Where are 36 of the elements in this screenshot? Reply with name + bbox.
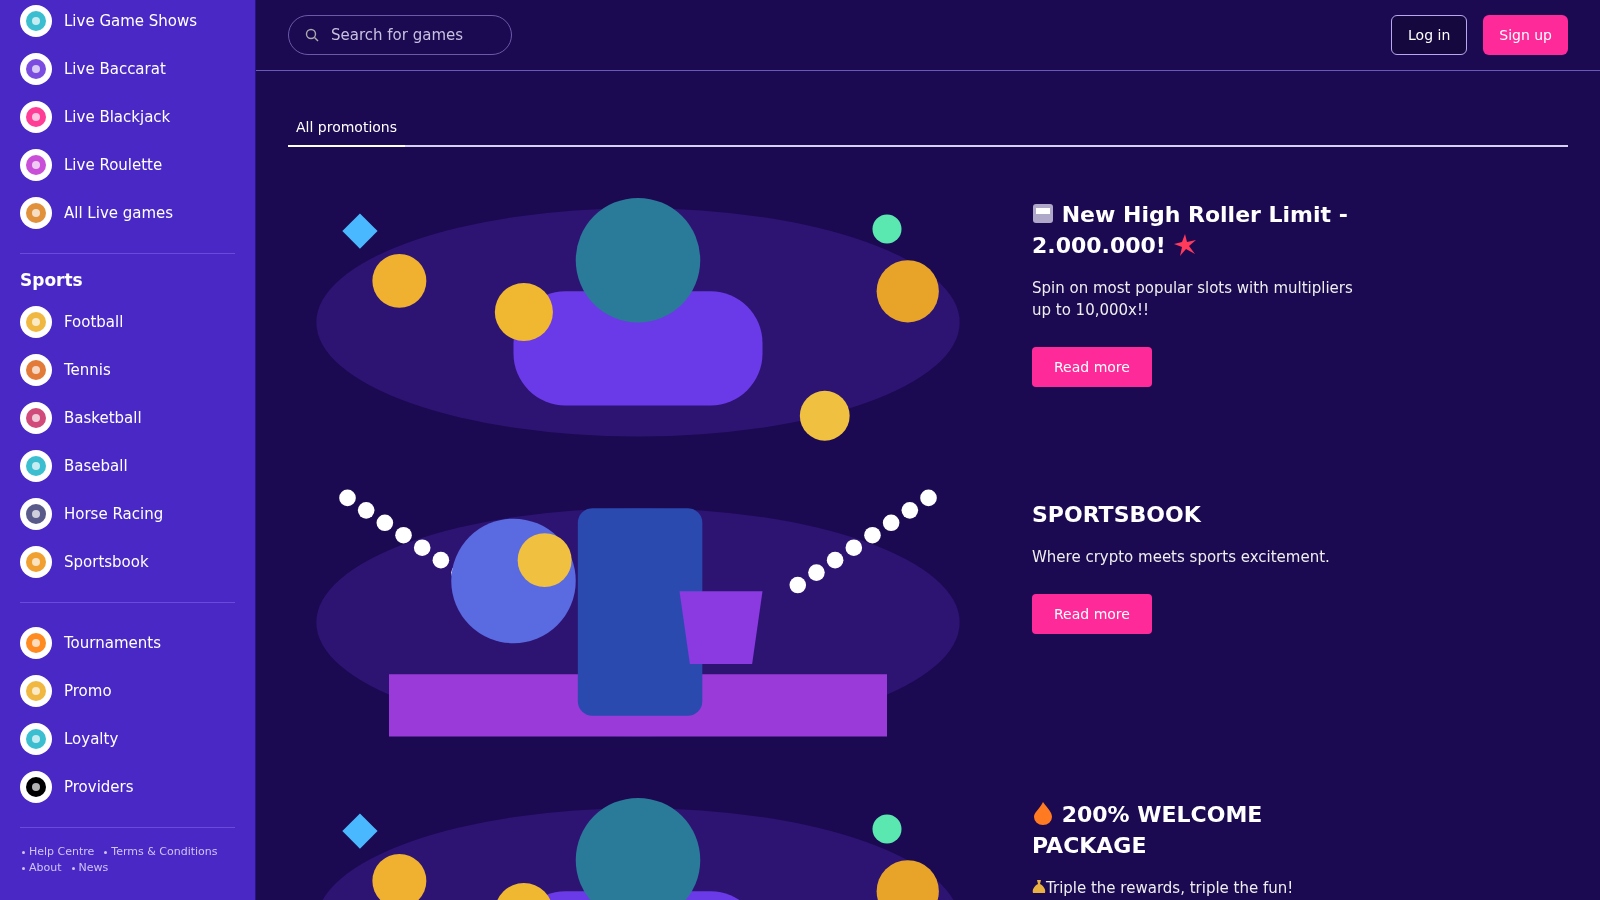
- sidebar-item[interactable]: Baseball: [20, 442, 235, 490]
- burst-icon: [1173, 234, 1196, 256]
- section-title: Sports: [20, 270, 84, 290]
- search-icon: [305, 28, 319, 42]
- sidebar-item[interactable]: Tournaments: [20, 619, 235, 667]
- sidebar-item[interactable]: Live Game Shows: [20, 0, 235, 45]
- footer-link[interactable]: News: [78, 860, 109, 876]
- sidebar-item[interactable]: Live Baccarat: [20, 45, 235, 93]
- sidebar-item[interactable]: Basketball: [20, 394, 235, 442]
- sidebar-item[interactable]: All Live games: [20, 189, 235, 237]
- sidebar-item[interactable]: Tennis: [20, 346, 235, 394]
- bullet-dot: [71, 866, 75, 870]
- sidebar-item[interactable]: Live Blackjack: [20, 93, 235, 141]
- tab[interactable]: All promotions: [288, 111, 406, 147]
- search-field[interactable]: Search for games: [288, 15, 512, 55]
- sidebar-item[interactable]: Providers: [20, 763, 235, 811]
- login-button[interactable]: Log in: [1391, 15, 1468, 55]
- sidebar-item[interactable]: Football: [20, 298, 235, 346]
- promo-description: Where crypto meets sports excitement.: [1032, 547, 1331, 568]
- promo-title: New High Roller Limit - 2.000.000!: [1032, 200, 1349, 260]
- bullet-dot: [22, 850, 25, 854]
- money-bag-icon: [1032, 879, 1046, 895]
- footer-link[interactable]: Terms & Conditions: [111, 844, 218, 860]
- sidebar-item[interactable]: Sportsbook: [20, 538, 235, 586]
- sidebar-item[interactable]: Horse Racing: [20, 490, 235, 538]
- promo-title: SPORTSBOOK: [1032, 501, 1202, 529]
- promo-title: 200% WELCOME PACKAGE: [1032, 800, 1264, 860]
- footer-link[interactable]: About: [29, 860, 62, 876]
- bullet-dot: [104, 850, 108, 854]
- bullet-dot: [22, 866, 25, 870]
- sidebar-item[interactable]: Promo: [20, 667, 235, 715]
- promo-description: Triple the rewards, triple the fun!: [1032, 877, 1362, 899]
- footer-link[interactable]: Help Centre: [29, 844, 95, 860]
- sidebar-item[interactable]: Loyalty: [20, 715, 235, 763]
- promo-description: Spin on most popular slots with multipliers up to 10,000x!!: [1032, 278, 1354, 321]
- sidebar-item[interactable]: Live Roulette: [20, 141, 235, 189]
